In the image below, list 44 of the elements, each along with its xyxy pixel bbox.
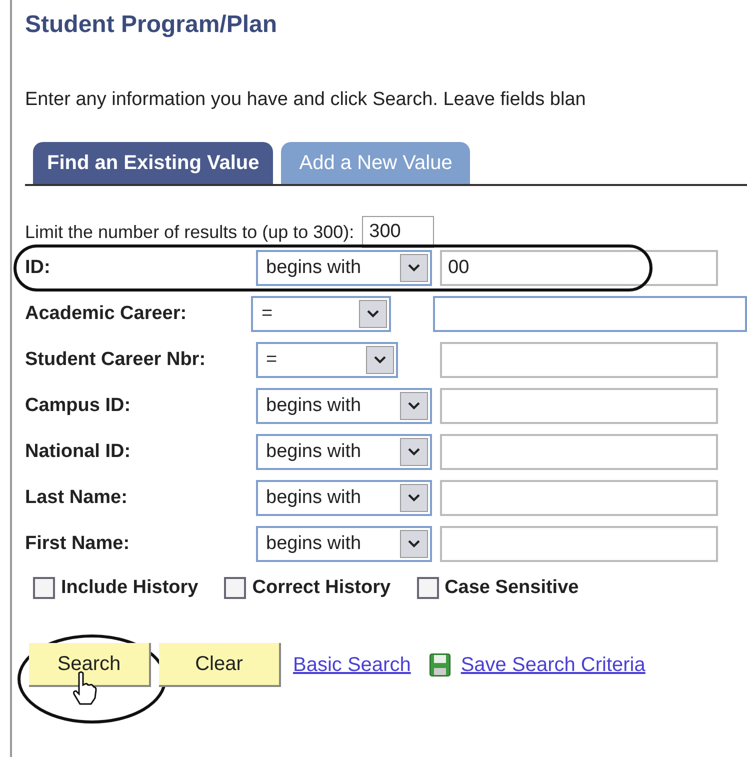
limit-label: Limit the number of results to (up to 300): [25,220,354,244]
action-button[interactable]: Search [29,642,151,686]
field-label: National ID: [25,440,131,464]
chevron-down-icon [366,310,379,318]
chevron-down-icon [408,402,420,410]
search-value-field[interactable] [440,526,718,562]
operator-select[interactable]: = [251,296,391,332]
checkbox[interactable] [33,577,55,600]
chevron-down-icon [408,264,420,272]
hand-cursor-icon [71,670,97,704]
checkbox-label: Case Sensitive [444,576,579,600]
limit-field[interactable]: 300 [362,216,434,248]
page-title: Student Program/Plan [25,10,278,40]
search-value-field[interactable] [440,342,718,378]
chevron-down-icon [408,540,420,548]
operator-select[interactable]: begins with [256,250,432,286]
chevron-down-icon [408,448,420,456]
instruction-text: Enter any information you have and click Search. Leave fields blan [25,88,587,112]
search-value-field[interactable] [432,296,747,332]
link[interactable]: Save Search Criteria [460,650,646,680]
field-label: Campus ID: [25,394,131,418]
field-label: Student Career Nbr: [25,348,206,372]
checkbox[interactable] [224,577,246,600]
operator-select[interactable]: = [256,342,398,378]
search-value-field[interactable] [440,388,718,424]
checkbox-label: Correct History [252,576,391,600]
checkbox[interactable] [416,577,439,600]
field-label: First Name: [25,532,130,556]
checkbox-label: Include History [61,576,198,600]
action-button[interactable]: Clear [159,642,281,686]
operator-select[interactable]: begins with [256,388,432,424]
field-label: Academic Career: [25,302,187,326]
operator-select[interactable]: begins with [256,434,432,470]
search-value-field[interactable]: 00 [440,250,718,286]
operator-select[interactable]: begins with [256,526,432,562]
link[interactable]: Basic Search [293,650,411,680]
search-value-field[interactable] [440,434,718,470]
field-label: Last Name: [25,486,128,510]
chevron-down-icon [408,494,420,502]
chevron-down-icon [374,356,386,364]
tab[interactable]: Find an Existing Value [33,142,274,184]
field-label: ID: [25,256,50,280]
search-value-field[interactable] [440,480,718,516]
operator-select[interactable]: begins with [256,480,432,516]
